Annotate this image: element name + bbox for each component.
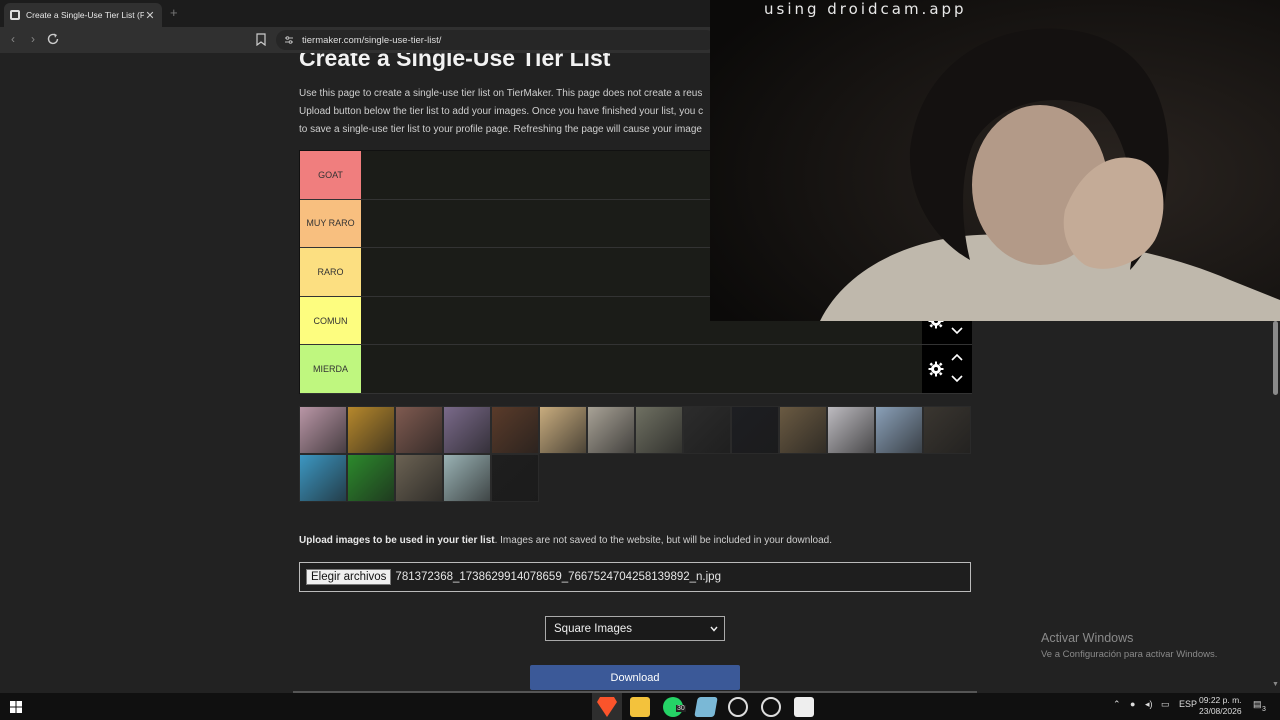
- tier-item-bottle[interactable]: [923, 406, 971, 454]
- scrollbar-thumb[interactable]: [1273, 321, 1278, 395]
- tier-row: MIERDA: [300, 345, 972, 394]
- tier-item-curly-hair-yellow[interactable]: [347, 406, 395, 454]
- image-shape-value: Square Images: [554, 622, 632, 635]
- tier-label[interactable]: MIERDA: [300, 345, 361, 393]
- obs-icon[interactable]: [728, 697, 748, 717]
- tiermaker-favicon-icon: [10, 10, 20, 20]
- notification-count: 3: [1262, 706, 1266, 713]
- file-input[interactable]: Elegir archivos 781372368_17386299140786…: [299, 562, 971, 592]
- move-down-icon[interactable]: [950, 373, 964, 383]
- tier-item-plant-pot[interactable]: [635, 406, 683, 454]
- tier-item-flower[interactable]: [443, 406, 491, 454]
- tab-title: Create a Single-Use Tier List (Pri: [26, 10, 144, 20]
- bookmark-icon[interactable]: [256, 33, 266, 46]
- download-button[interactable]: Download: [530, 665, 740, 690]
- forward-icon[interactable]: ›: [25, 32, 41, 46]
- language-indicator[interactable]: ESP: [1179, 699, 1197, 709]
- tier-item-striped-pole[interactable]: [875, 406, 923, 454]
- move-down-icon[interactable]: [950, 325, 964, 335]
- clock-time: 09:22 p. m.: [1199, 695, 1242, 705]
- image-pool: [299, 406, 971, 502]
- droidcam-icon[interactable]: [794, 697, 814, 717]
- webcam-overlay: using droidcam.app: [710, 0, 1280, 321]
- chevron-down-icon: [710, 626, 718, 632]
- file-name: 781372368_1738629914078659_7667524704258…: [395, 571, 721, 583]
- upload-instructions: Upload images to be used in your tier li…: [299, 535, 832, 546]
- tier-label[interactable]: RARO: [300, 248, 361, 296]
- whatsapp-badge: 30: [676, 705, 686, 712]
- site-settings-icon[interactable]: [284, 35, 294, 45]
- steam-icon[interactable]: [761, 697, 781, 717]
- tier-item-braided-bread[interactable]: [539, 406, 587, 454]
- tier-item-red-cap[interactable]: [395, 406, 443, 454]
- tier-item-colorful-shelf[interactable]: [491, 406, 539, 454]
- gear-icon[interactable]: [928, 361, 944, 377]
- activate-title: Activar Windows: [1041, 631, 1134, 645]
- reload-icon[interactable]: [46, 32, 60, 46]
- tier-item-rainbow-hair[interactable]: [443, 454, 491, 502]
- tier-label[interactable]: GOAT: [300, 151, 361, 199]
- back-icon[interactable]: ‹: [5, 32, 21, 46]
- webcam-feed-image: [710, 0, 1280, 321]
- upload-instructions-rest: . Images are not saved to the website, b…: [494, 535, 833, 546]
- tier-drop-area[interactable]: [361, 345, 922, 393]
- url-text: tiermaker.com/single-use-tier-list/: [302, 34, 442, 46]
- tab-close-icon[interactable]: ✕: [144, 9, 156, 22]
- tier-item-figure-hand[interactable]: [779, 406, 827, 454]
- windows-taskbar: 30 ⌃ ● ◂) ▭ ESP 09:22 p. m. 23/08/2026 ▤…: [0, 693, 1280, 720]
- upload-instructions-bold: Upload images to be used in your tier li…: [299, 535, 495, 546]
- file-explorer-icon[interactable]: [630, 697, 650, 717]
- address-bar[interactable]: tiermaker.com/single-use-tier-list/: [276, 30, 716, 50]
- tier-item-green-blob[interactable]: [347, 454, 395, 502]
- windows-activation-watermark: Activar Windows Ve a Configuración para …: [1041, 631, 1217, 660]
- tier-controls: [922, 345, 972, 393]
- tier-item-pink-dress[interactable]: [299, 406, 347, 454]
- tier-label[interactable]: MUY RARO: [300, 199, 361, 248]
- tier-label[interactable]: COMUN: [300, 296, 361, 345]
- network-icon[interactable]: ▭: [1161, 699, 1170, 710]
- microphone-icon[interactable]: ●: [1130, 699, 1135, 709]
- volume-icon[interactable]: ◂): [1145, 699, 1153, 710]
- page-title: Create a Single-Use Tier List: [299, 53, 611, 71]
- clock-date: 23/08/2026: [1199, 706, 1242, 716]
- tier-item-dark-spider[interactable]: [491, 454, 539, 502]
- new-tab-button[interactable]: +: [170, 5, 178, 20]
- tray-chevron-icon[interactable]: ⌃: [1113, 699, 1121, 710]
- tier-item-plush-toy[interactable]: [587, 406, 635, 454]
- tier-item-id-card[interactable]: [827, 406, 875, 454]
- tier-item-dark-hair-face[interactable]: [731, 406, 779, 454]
- browser-tab[interactable]: Create a Single-Use Tier List (Pri ✕: [4, 3, 162, 27]
- tier-item-twitter-bird[interactable]: [299, 454, 347, 502]
- clock[interactable]: 09:22 p. m. 23/08/2026: [1199, 695, 1242, 717]
- choose-files-button[interactable]: Elegir archivos: [306, 569, 392, 585]
- move-up-icon[interactable]: [950, 353, 964, 363]
- notifications-icon[interactable]: ▤: [1253, 699, 1262, 710]
- tier-item-person-jacket[interactable]: [395, 454, 443, 502]
- scroll-down-icon[interactable]: ▼: [1272, 681, 1279, 688]
- windows-start-icon[interactable]: [10, 701, 22, 713]
- activate-subtitle: Ve a Configuración para activar Windows.: [1041, 649, 1218, 660]
- droidcam-caption: using droidcam.app: [764, 0, 967, 18]
- tier-item-sico-box[interactable]: [683, 406, 731, 454]
- image-shape-select[interactable]: Square Images: [545, 616, 725, 641]
- notepad-icon[interactable]: [694, 697, 718, 717]
